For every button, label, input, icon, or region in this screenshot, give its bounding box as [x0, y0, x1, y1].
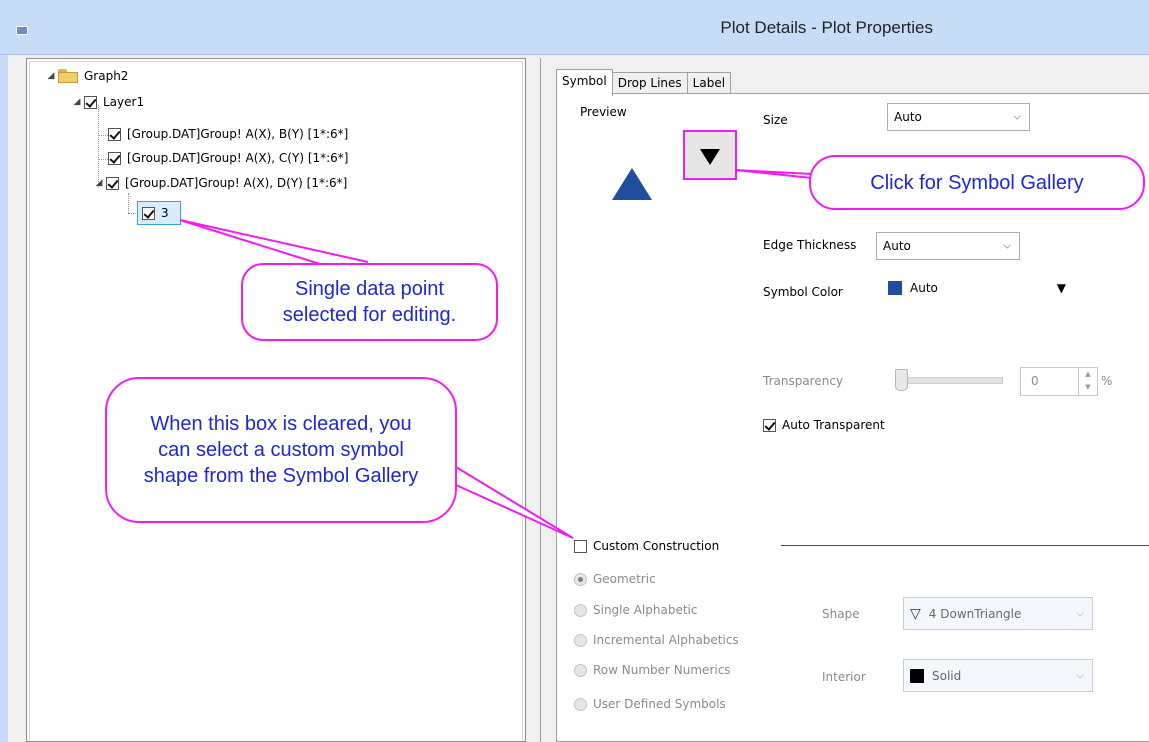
layer-checkbox[interactable]	[84, 95, 97, 109]
radio-dot[interactable]	[574, 633, 587, 647]
checkbox-box[interactable]	[574, 539, 587, 553]
point-checkbox[interactable]	[142, 206, 155, 220]
group-divider	[781, 545, 1149, 546]
tree-node-label: Graph2	[84, 69, 129, 83]
tree-node-plot[interactable]: [Group.DAT]Group! A(X), C(Y) [1*:6*]	[108, 148, 349, 168]
tree-line	[128, 193, 129, 213]
collapse-icon[interactable]: ◢	[46, 71, 56, 81]
tree-node-point[interactable]: 3	[142, 203, 169, 223]
radio-dot[interactable]	[574, 663, 587, 677]
radio-label: Geometric	[593, 572, 656, 586]
callout-custom-construction: When this box is cleared, you can select…	[105, 377, 457, 523]
collapse-icon[interactable]: ◢	[72, 97, 82, 107]
plot-checkbox[interactable]	[108, 151, 121, 165]
size-label: Size	[763, 113, 788, 127]
dropdown-arrow-icon: ▼	[1056, 281, 1066, 295]
interior-dropdown[interactable]: Solid ⌵	[903, 659, 1093, 692]
solid-swatch-icon	[910, 668, 924, 683]
radio-row-number-numerics[interactable]: Row Number Numerics	[574, 663, 731, 677]
transparency-value: 0	[1031, 374, 1039, 388]
auto-transparent-label: Auto Transparent	[782, 418, 885, 432]
interior-label: Interior	[822, 670, 866, 684]
tab-drop-lines[interactable]: Drop Lines	[611, 72, 688, 94]
shape-label: Shape	[822, 607, 860, 621]
spin-arrows-icon[interactable]: ▲ ▼	[1078, 368, 1097, 395]
chevron-down-icon: ⌵	[1003, 240, 1011, 252]
down-triangle-outline-icon: ▽	[910, 605, 921, 622]
collapse-icon[interactable]: ◢	[94, 178, 104, 188]
tree-node-label: [Group.DAT]Group! A(X), D(Y) [1*:6*]	[125, 176, 348, 190]
preview-label: Preview	[580, 105, 627, 119]
plot-checkbox[interactable]	[108, 127, 121, 141]
transparency-label: Transparency	[763, 374, 844, 388]
chevron-down-icon: ⌵	[1076, 670, 1084, 681]
radio-dot[interactable]	[574, 697, 587, 711]
tree-node-label: 3	[161, 206, 169, 220]
radio-label: Single Alphabetic	[593, 603, 698, 617]
window-title: Plot Details - Plot Properties	[720, 18, 933, 37]
custom-construction-checkbox[interactable]: Custom Construction	[574, 539, 719, 553]
radio-incremental-alphabetics[interactable]: Incremental Alphabetics	[574, 633, 739, 647]
radio-single-alphabetic[interactable]: Single Alphabetic	[574, 603, 697, 617]
tab-bar: Symbol Drop Lines Label	[556, 69, 732, 96]
shape-dropdown[interactable]: ▽ 4 DownTriangle ⌵	[903, 597, 1093, 630]
chevron-down-icon: ⌵	[1013, 111, 1021, 123]
tree-node-layer[interactable]: ◢ Layer1	[72, 92, 145, 112]
symbol-color-label: Symbol Color	[763, 285, 843, 299]
folder-icon	[58, 69, 78, 83]
color-swatch	[888, 281, 902, 295]
plot-checkbox[interactable]	[106, 176, 119, 190]
size-value: Auto	[894, 110, 922, 124]
radio-dot[interactable]	[574, 572, 587, 586]
symbol-color-dropdown[interactable]: Auto ▼	[884, 274, 1074, 302]
tree-node-plot[interactable]: [Group.DAT]Group! A(X), B(Y) [1*:6*]	[108, 124, 348, 144]
size-dropdown[interactable]: Auto ⌵	[887, 103, 1030, 131]
callout-symbol-gallery: Click for Symbol Gallery	[809, 155, 1145, 210]
edge-thickness-dropdown[interactable]: Auto ⌵	[876, 232, 1020, 260]
tree-node-label: [Group.DAT]Group! A(X), B(Y) [1*:6*]	[127, 127, 349, 141]
chevron-down-icon: ⌵	[1076, 608, 1084, 619]
interior-value: Solid	[932, 668, 962, 683]
custom-construction-label: Custom Construction	[593, 539, 720, 553]
transparency-slider-thumb[interactable]	[895, 369, 908, 391]
symbol-color-value: Auto	[910, 281, 938, 295]
title-bar: Plot Details - Plot Properties	[0, 0, 1149, 55]
tree-node-label: Layer1	[103, 95, 145, 109]
splitter[interactable]	[540, 58, 541, 742]
radio-label: Incremental Alphabetics	[593, 633, 739, 647]
radio-user-defined-symbols[interactable]: User Defined Symbols	[574, 697, 726, 711]
checkbox-box[interactable]	[763, 418, 776, 432]
auto-transparent-checkbox[interactable]: Auto Transparent	[763, 418, 885, 432]
transparency-slider-track[interactable]	[897, 377, 1003, 384]
tree-node-graph[interactable]: ◢ Graph2	[46, 66, 128, 86]
transparency-spinbox[interactable]: 0 ▲ ▼	[1020, 367, 1098, 396]
shape-value: 4 DownTriangle	[928, 606, 1022, 621]
edge-thickness-label: Edge Thickness	[763, 238, 857, 252]
radio-label: User Defined Symbols	[593, 697, 726, 711]
tab-label[interactable]: Label	[686, 72, 732, 94]
down-triangle-icon	[700, 149, 720, 165]
tree-node-label: [Group.DAT]Group! A(X), C(Y) [1*:6*]	[127, 151, 349, 165]
tab-symbol[interactable]: Symbol	[556, 69, 613, 96]
tree-node-plot[interactable]: ◢ [Group.DAT]Group! A(X), D(Y) [1*:6*]	[94, 173, 348, 193]
callout-single-point: Single data point selected for editing.	[241, 263, 498, 341]
radio-dot[interactable]	[574, 603, 587, 617]
percent-label: %	[1101, 374, 1113, 388]
radio-geometric[interactable]: Geometric	[574, 572, 656, 586]
radio-label: Row Number Numerics	[593, 663, 731, 677]
edge-thickness-value: Auto	[883, 239, 911, 253]
window-frame	[0, 55, 8, 742]
symbol-gallery-button[interactable]	[683, 130, 737, 180]
